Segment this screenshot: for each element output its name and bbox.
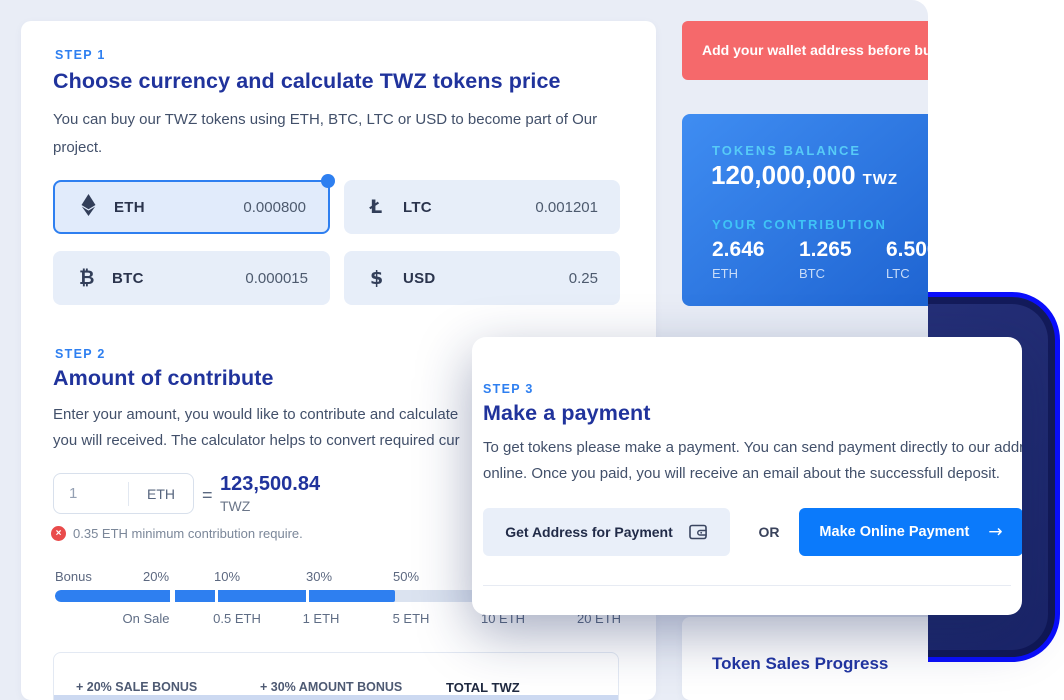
step2-label: STEP 2 (55, 347, 106, 361)
bonus-segment-divider (306, 590, 309, 602)
litecoin-icon: Ł (370, 196, 396, 218)
bonus-segment-divider (215, 590, 218, 602)
contribution-value: 2.646 (712, 238, 765, 262)
contribution-eth: 2.646 ETH (712, 238, 765, 281)
card-divider (483, 585, 1011, 586)
tokens-balance-value: 120,000,000 TWZ (711, 160, 898, 191)
make-online-payment-button[interactable]: Make Online Payment → (799, 508, 1022, 556)
get-address-button[interactable]: Get Address for Payment (483, 508, 730, 556)
currency-option-ltc[interactable]: Ł LTC 0.001201 (344, 180, 620, 234)
step1-title: Choose currency and calculate TWZ tokens… (53, 69, 561, 94)
contribution-ltc: 6.500 LTC (886, 238, 928, 281)
payment-buttons-row: Get Address for Payment OR Make Online P… (483, 508, 1013, 556)
currency-option-btc[interactable]: ₿ BTC 0.000015 (53, 251, 330, 305)
step3-label: STEP 3 (483, 382, 534, 396)
online-payment-label: Make Online Payment (819, 524, 969, 540)
your-contribution-label: YOUR CONTRIBUTION (712, 217, 887, 232)
amount-bonus-label: + 30% AMOUNT BONUS (260, 680, 402, 694)
currency-rate: 0.000015 (245, 270, 308, 287)
currency-code: LTC (403, 199, 432, 216)
ico-purchase-screen: STEP 1 Choose currency and calculate TWZ… (0, 0, 1064, 700)
bitcoin-icon: ₿ (79, 267, 105, 290)
dollar-icon: $ (370, 267, 396, 289)
step1-label: STEP 1 (55, 48, 106, 62)
step3-description: To get tokens please make a payment. You… (483, 435, 1022, 487)
wallet-address-alert[interactable]: Add your wallet address before buying (682, 21, 928, 80)
bonus-tick: 20% (143, 569, 169, 584)
currency-rate: 0.001201 (535, 199, 598, 216)
currency-code: ETH (114, 199, 145, 216)
error-icon: × (51, 526, 66, 541)
step2-title: Amount of contribute (53, 366, 274, 391)
result-unit: TWZ (220, 498, 250, 514)
bonus-threshold: 1 ETH (303, 611, 340, 626)
tokens-balance-card: TOKENS BALANCE 120,000,000 TWZ YOUR CONTR… (682, 114, 928, 306)
contribution-value: 6.500 (886, 238, 928, 262)
bonus-threshold: 0.5 ETH (213, 611, 261, 626)
balance-unit: TWZ (863, 171, 898, 188)
sale-bonus-label: + 20% SALE BONUS (76, 680, 197, 694)
amount-unit: ETH (129, 486, 193, 502)
bonus-threshold: On Sale (123, 611, 170, 626)
currency-option-usd[interactable]: $ USD 0.25 (344, 251, 620, 305)
currency-rate: 0.000800 (243, 199, 306, 216)
result-value: 123,500.84 (220, 473, 320, 496)
amount-input-group: ETH (53, 473, 194, 514)
currency-option-eth[interactable]: ETH 0.000800 (53, 180, 330, 234)
amount-input[interactable] (54, 485, 128, 502)
bonus-progress-fill (55, 590, 395, 602)
token-sales-progress-card: Token Sales Progress (682, 617, 928, 700)
bonus-tick: 30% (306, 569, 332, 584)
selected-dot (321, 174, 335, 188)
make-payment-card: STEP 3 Make a payment To get tokens plea… (472, 337, 1022, 615)
contribution-currency: BTC (799, 266, 852, 281)
equals-sign: = (202, 485, 213, 506)
bonus-label: Bonus (55, 569, 92, 584)
contribution-value: 1.265 (799, 238, 852, 262)
currency-code: BTC (112, 270, 144, 287)
error-text: 0.35 ETH minimum contribution require. (73, 526, 303, 541)
bonus-summary-box: + 20% SALE BONUS + 30% AMOUNT BONUS TOTA… (53, 652, 619, 700)
bonus-tick: 10% (214, 569, 240, 584)
bonus-segment-divider (170, 590, 175, 602)
balance-number: 120,000,000 (711, 160, 856, 190)
currency-rate: 0.25 (569, 270, 598, 287)
step1-description: You can buy our TWZ tokens using ETH, BT… (53, 106, 613, 162)
or-separator: OR (748, 508, 790, 556)
currency-code: USD (403, 270, 436, 287)
step3-title: Make a payment (483, 401, 651, 426)
min-contribution-error: × 0.35 ETH minimum contribution require. (51, 526, 303, 541)
contribution-btc: 1.265 BTC (799, 238, 852, 281)
contribution-currency: LTC (886, 266, 928, 281)
bonus-tick: 50% (393, 569, 419, 584)
wallet-icon (689, 524, 708, 540)
get-address-label: Get Address for Payment (505, 524, 673, 540)
ethereum-icon (81, 194, 107, 221)
arrow-right-icon: → (988, 522, 1002, 542)
token-sales-progress-title: Token Sales Progress (712, 654, 888, 674)
tokens-balance-label: TOKENS BALANCE (712, 143, 861, 158)
bonus-threshold: 5 ETH (393, 611, 430, 626)
contribution-currency: ETH (712, 266, 765, 281)
total-twz-label: TOTAL TWZ (446, 680, 520, 695)
